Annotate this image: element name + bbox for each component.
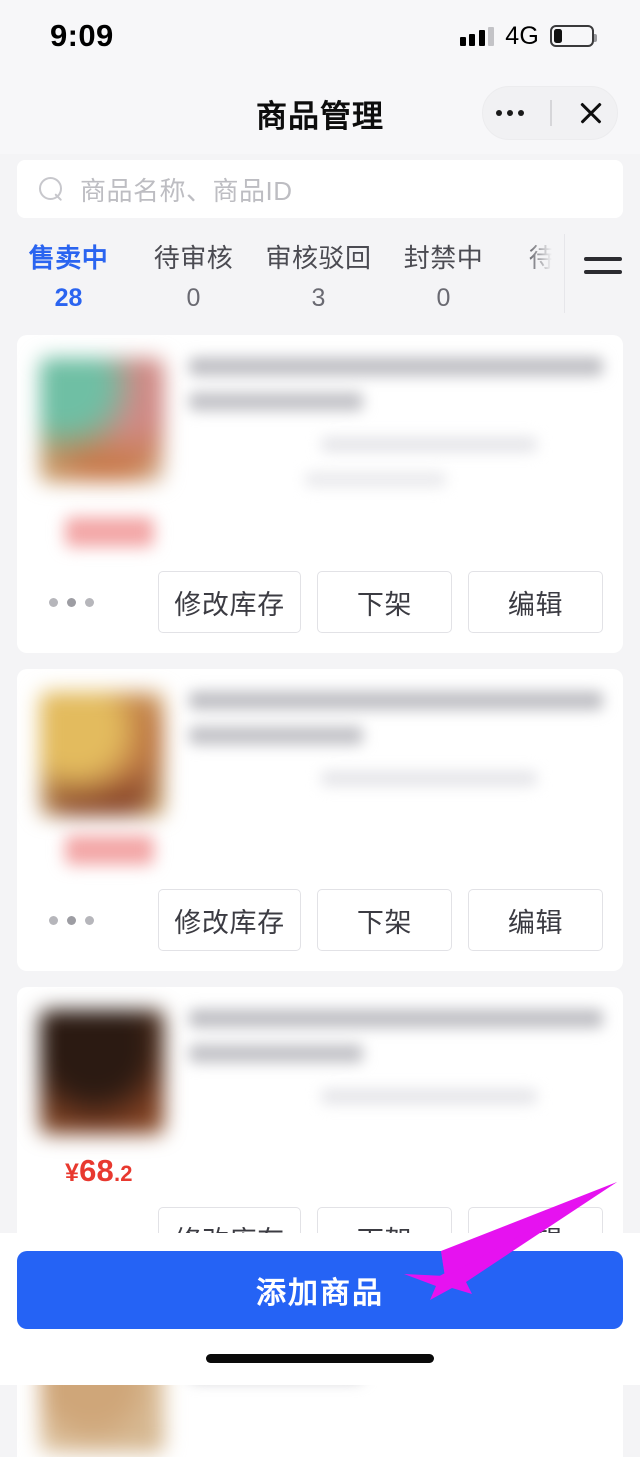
tab-count: 0 xyxy=(186,284,201,312)
product-price-row: ¥68.2 xyxy=(17,1139,623,1191)
product-subtitle xyxy=(189,392,363,411)
price-decimal: .2 xyxy=(114,1161,133,1186)
product-info xyxy=(189,353,603,503)
tab-review-rejected[interactable]: 审核驳回 3 xyxy=(256,234,381,313)
product-price: ¥68.2 xyxy=(65,1153,623,1189)
status-indicators: 4G xyxy=(459,21,597,51)
tab-selling[interactable]: 售卖中 28 xyxy=(6,234,131,313)
product-info xyxy=(189,1005,603,1139)
tab-label: 售卖中 xyxy=(28,243,109,273)
tab-count: 28 xyxy=(54,284,83,312)
product-subtitle xyxy=(189,1044,363,1063)
home-indicator xyxy=(206,1354,434,1363)
more-dots-icon[interactable] xyxy=(41,597,94,607)
product-title xyxy=(189,1009,603,1028)
more-dots-icon[interactable] xyxy=(41,915,94,925)
tab-label: 待提交 xyxy=(528,243,564,273)
hamburger-menu-icon[interactable] xyxy=(564,234,640,313)
product-card[interactable]: 修改库存 下架 编辑 xyxy=(17,669,623,971)
network-type-label: 4G xyxy=(505,21,539,50)
product-meta xyxy=(321,1089,537,1104)
edit-stock-button[interactable]: 修改库存 xyxy=(158,889,301,951)
product-card[interactable]: 修改库存 下架 编辑 xyxy=(17,335,623,653)
page-title: 商品管理 xyxy=(256,98,384,134)
bottom-action-bar: 添加商品 xyxy=(0,1233,640,1385)
tab-count: 1 xyxy=(562,284,564,313)
product-actions: 修改库存 下架 编辑 xyxy=(17,555,623,653)
product-summary[interactable] xyxy=(17,987,623,1139)
status-bar: 9:09 4G xyxy=(0,0,640,72)
product-info xyxy=(189,687,603,821)
tab-scroll-area[interactable]: 售卖中 28 待审核 0 审核驳回 3 封禁中 0 待提交 1 xyxy=(0,234,564,313)
product-subtitle xyxy=(189,726,363,745)
add-product-button[interactable]: 添加商品 xyxy=(17,1251,623,1329)
product-price-row xyxy=(17,821,623,873)
product-price xyxy=(65,517,155,547)
product-thumbnail xyxy=(39,691,165,817)
product-meta xyxy=(321,771,537,786)
tab-to-submit[interactable]: 待提交 1 xyxy=(506,234,564,313)
tab-label: 封禁中 xyxy=(403,243,484,273)
product-price xyxy=(65,835,155,865)
product-title xyxy=(189,691,603,710)
phone-screen: 9:09 4G 商品管理 商品名称、商品ID 售卖中 28 待审核 0 审核驳回… xyxy=(0,0,640,1457)
product-title xyxy=(189,357,603,376)
tab-bar: 售卖中 28 待审核 0 审核驳回 3 封禁中 0 待提交 1 xyxy=(0,218,640,313)
tab-label: 审核驳回 xyxy=(265,243,372,273)
product-thumbnail xyxy=(39,357,165,483)
product-meta-secondary xyxy=(304,472,446,487)
product-meta xyxy=(321,437,537,452)
tab-count: 3 xyxy=(311,284,326,312)
close-icon[interactable] xyxy=(578,100,604,126)
search-section: 商品名称、商品ID xyxy=(0,154,640,218)
battery-icon xyxy=(550,25,597,47)
product-actions: 修改库存 下架 编辑 xyxy=(17,873,623,971)
edit-button[interactable]: 编辑 xyxy=(468,571,603,633)
signal-bars-icon xyxy=(459,26,495,46)
edit-button[interactable]: 编辑 xyxy=(468,889,603,951)
status-time: 9:09 xyxy=(50,18,114,53)
edit-stock-button[interactable]: 修改库存 xyxy=(158,571,301,633)
more-dots-icon[interactable] xyxy=(496,110,525,116)
product-thumbnail xyxy=(39,1009,165,1135)
product-summary[interactable] xyxy=(17,669,623,821)
unlist-button[interactable]: 下架 xyxy=(317,889,452,951)
wechat-capsule[interactable] xyxy=(482,86,618,140)
capsule-divider xyxy=(550,100,552,126)
price-currency: ¥ xyxy=(65,1159,80,1187)
price-integer: 68 xyxy=(79,1153,114,1188)
product-price-row xyxy=(17,503,623,555)
search-input[interactable]: 商品名称、商品ID xyxy=(17,160,623,218)
tab-pending-review[interactable]: 待审核 0 xyxy=(131,234,256,313)
tab-label: 待审核 xyxy=(153,243,234,273)
search-icon xyxy=(39,176,64,202)
tab-banned[interactable]: 封禁中 0 xyxy=(381,234,506,313)
unlist-button[interactable]: 下架 xyxy=(317,571,452,633)
tab-count: 0 xyxy=(436,284,451,312)
product-summary[interactable] xyxy=(17,335,623,503)
nav-header: 商品管理 xyxy=(0,72,640,154)
search-placeholder: 商品名称、商品ID xyxy=(80,175,293,206)
